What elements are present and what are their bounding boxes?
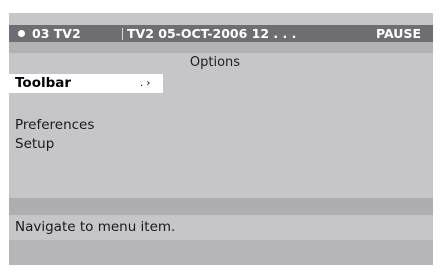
header-band xyxy=(9,42,433,53)
channel-label: 03 TV2 xyxy=(32,26,81,41)
menu-item-toolbar[interactable]: Toolbar . › xyxy=(9,74,163,93)
menu-item-preferences[interactable]: Preferences xyxy=(15,117,94,133)
submenu-arrow-icon: . › xyxy=(140,78,151,89)
playback-mode: PAUSE xyxy=(376,26,421,41)
menu-title: Options xyxy=(189,55,241,70)
program-info: TV2 05-OCT-2006 12 . . . xyxy=(127,26,297,41)
menu-item-setup[interactable]: Setup xyxy=(15,136,54,152)
recording-indicator-icon xyxy=(18,30,25,37)
footer-band xyxy=(9,240,433,265)
tv-menu-screen: 03 TV2 TV2 05-OCT-2006 12 . . . PAUSE Op… xyxy=(9,13,433,265)
help-text: Navigate to menu item. xyxy=(15,219,176,235)
help-band xyxy=(9,198,433,215)
status-bar: 03 TV2 TV2 05-OCT-2006 12 . . . PAUSE xyxy=(9,25,433,42)
menu-item-toolbar-label: Toolbar xyxy=(15,75,72,91)
status-divider xyxy=(122,28,123,40)
